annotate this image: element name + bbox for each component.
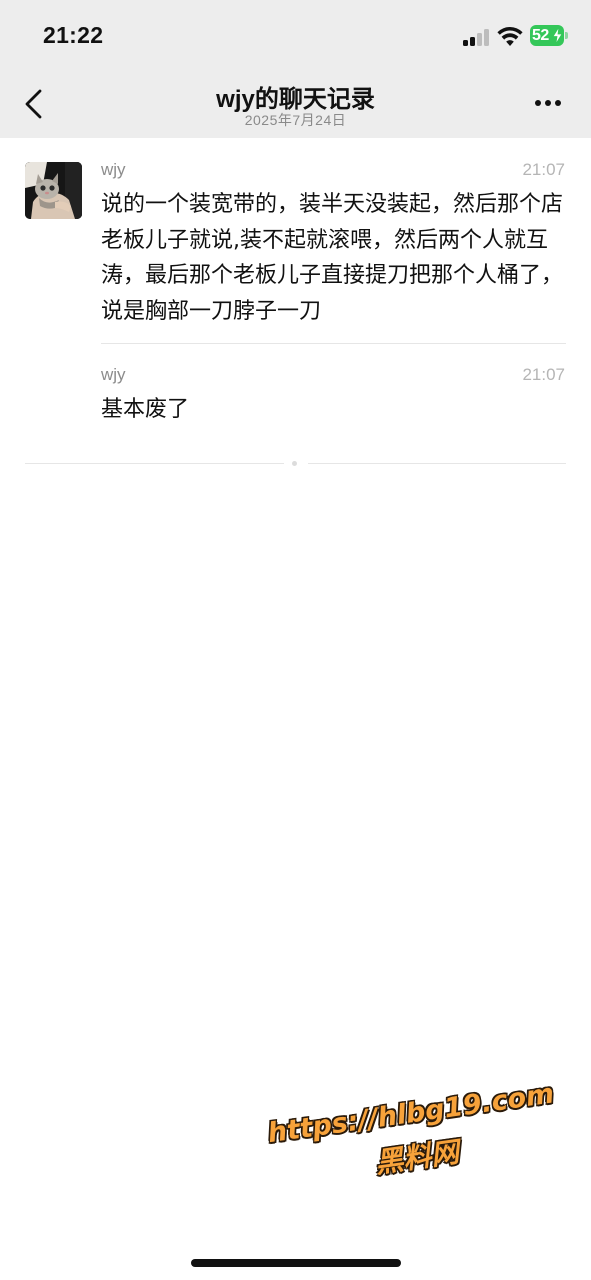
cellular-signal-icon xyxy=(463,28,491,46)
more-options-button[interactable] xyxy=(533,96,563,110)
kitten-photo xyxy=(25,162,82,219)
more-dots-icon xyxy=(535,100,541,106)
wifi-icon xyxy=(497,26,523,46)
message-sender: wjy xyxy=(101,160,126,179)
watermark: https://hlbg19.com 黑料网 xyxy=(265,1078,565,1207)
chat-history-screen: 21:22 52 wjy的聊天记录 2025年7月24日 wjy 21:07 说… xyxy=(0,0,591,1280)
status-time: 21:22 xyxy=(43,22,104,48)
page-title: wjy的聊天记录 xyxy=(216,86,375,113)
message-time: 21:07 xyxy=(522,160,565,179)
end-separator-dot xyxy=(292,461,297,466)
message-sender: wjy xyxy=(101,365,126,384)
charging-bolt-icon xyxy=(552,27,563,44)
message-divider xyxy=(101,343,566,344)
end-separator-line-right xyxy=(308,463,566,464)
message-time: 21:07 xyxy=(522,365,565,384)
message-text[interactable]: 基本废了 xyxy=(101,392,571,428)
avatar[interactable] xyxy=(25,162,82,219)
message-text[interactable]: 说的一个装宽带的，装半天没装起，然后那个店老板儿子就说,装不起就滚喂，然后两个人… xyxy=(101,187,571,329)
page-subtitle-date: 2025年7月24日 xyxy=(244,112,347,128)
home-indicator[interactable] xyxy=(191,1259,401,1267)
battery-charging-icon: 52 xyxy=(530,25,568,46)
end-separator-line-left xyxy=(25,463,284,464)
header: 21:22 52 wjy的聊天记录 2025年7月24日 xyxy=(0,0,591,138)
